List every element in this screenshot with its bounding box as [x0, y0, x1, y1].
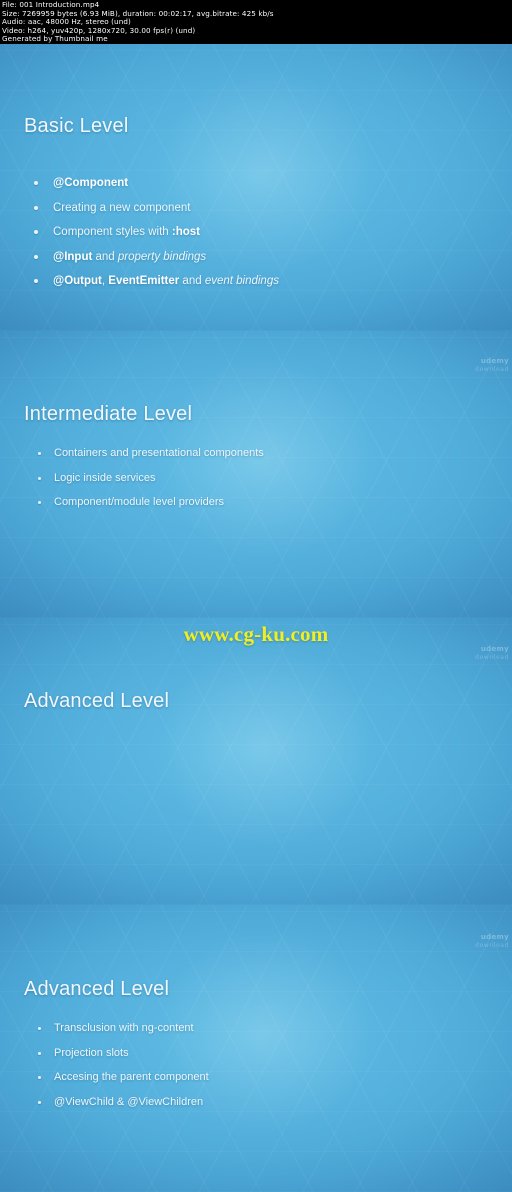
slide-title-basic-level: Basic Level [24, 115, 129, 137]
slide-title-advanced-level-2: Advanced Level [24, 978, 170, 1000]
slide-bullet-item: @Output, EventEmitter and event bindings [34, 269, 279, 294]
bullet-text-segment: Transclusion with ng-content [54, 1022, 194, 1034]
bullet-text-segment: property bindings [117, 250, 207, 263]
bullet-text-segment: Component styles with [53, 226, 172, 238]
bullet-text-segment: @Component [53, 177, 129, 189]
slide-bullets-advanced-level-2: Transclusion with ng-content Projection s… [37, 1016, 209, 1114]
bullet-text-segment: :host [171, 226, 200, 238]
metadata-generator-line: Generated by Thumbnail me [2, 34, 108, 44]
bullet-text-segment: event bindings [204, 275, 279, 287]
slide-bullet-item: Logic inside services [37, 466, 264, 491]
thumbnail-contact-sheet: File: 001 Introduction.mp4 Size: 7269959… [0, 0, 512, 1192]
slide-bullet-item: @Component [34, 171, 279, 196]
slide-bullet-item: @ViewChild & @ViewChildren [37, 1090, 209, 1115]
bullet-text-segment: Accesing the parent component [54, 1071, 209, 1083]
slide-bullets-basic-level: @Component Creating a new component Compon… [34, 171, 279, 294]
bullet-text-segment: Creating a new component [53, 201, 191, 214]
slide-bullet-item: Component styles with :host [34, 220, 279, 245]
slide-bullets-intermediate-level: Containers and presentational components… [37, 441, 264, 515]
slide-title-intermediate-level: Intermediate Level [24, 403, 193, 425]
video-metadata-header: File: 001 Introduction.mp4 Size: 7269959… [0, 0, 512, 44]
bullet-text-segment: and [179, 275, 205, 287]
bullet-text-segment: and [92, 250, 118, 263]
slide-bullet-item: Projection slots [37, 1041, 209, 1066]
bullet-text-segment: Logic inside services [54, 471, 156, 484]
thumbnail-grid: Basic Level @Component Creating a new com… [0, 44, 512, 1192]
slide-title-advanced-level-1: Advanced Level [24, 690, 170, 712]
bullet-text-segment: EventEmitter [108, 275, 180, 287]
bullet-text-segment: Projection slots [54, 1046, 129, 1059]
slide-bullet-item: Accesing the parent component [37, 1065, 209, 1090]
slide-text-layer: Basic Level @Component Creating a new com… [0, 44, 512, 1192]
slide-bullet-item: Containers and presentational components [37, 441, 264, 466]
slide-bullet-item: Creating a new component [34, 196, 279, 221]
bullet-text-segment: @Input [53, 250, 93, 263]
bullet-text-segment: @Output [53, 275, 102, 287]
bullet-text-segment: Containers and presentational components [54, 447, 264, 459]
slide-bullet-item: Component/module level providers [37, 490, 264, 515]
slide-bullet-item: @Input and property bindings [34, 245, 279, 270]
bullet-text-segment: Component/module level providers [54, 496, 224, 508]
slide-bullet-item: Transclusion with ng-content [37, 1016, 209, 1041]
bullet-text-segment: @ViewChild & @ViewChildren [54, 1095, 204, 1108]
